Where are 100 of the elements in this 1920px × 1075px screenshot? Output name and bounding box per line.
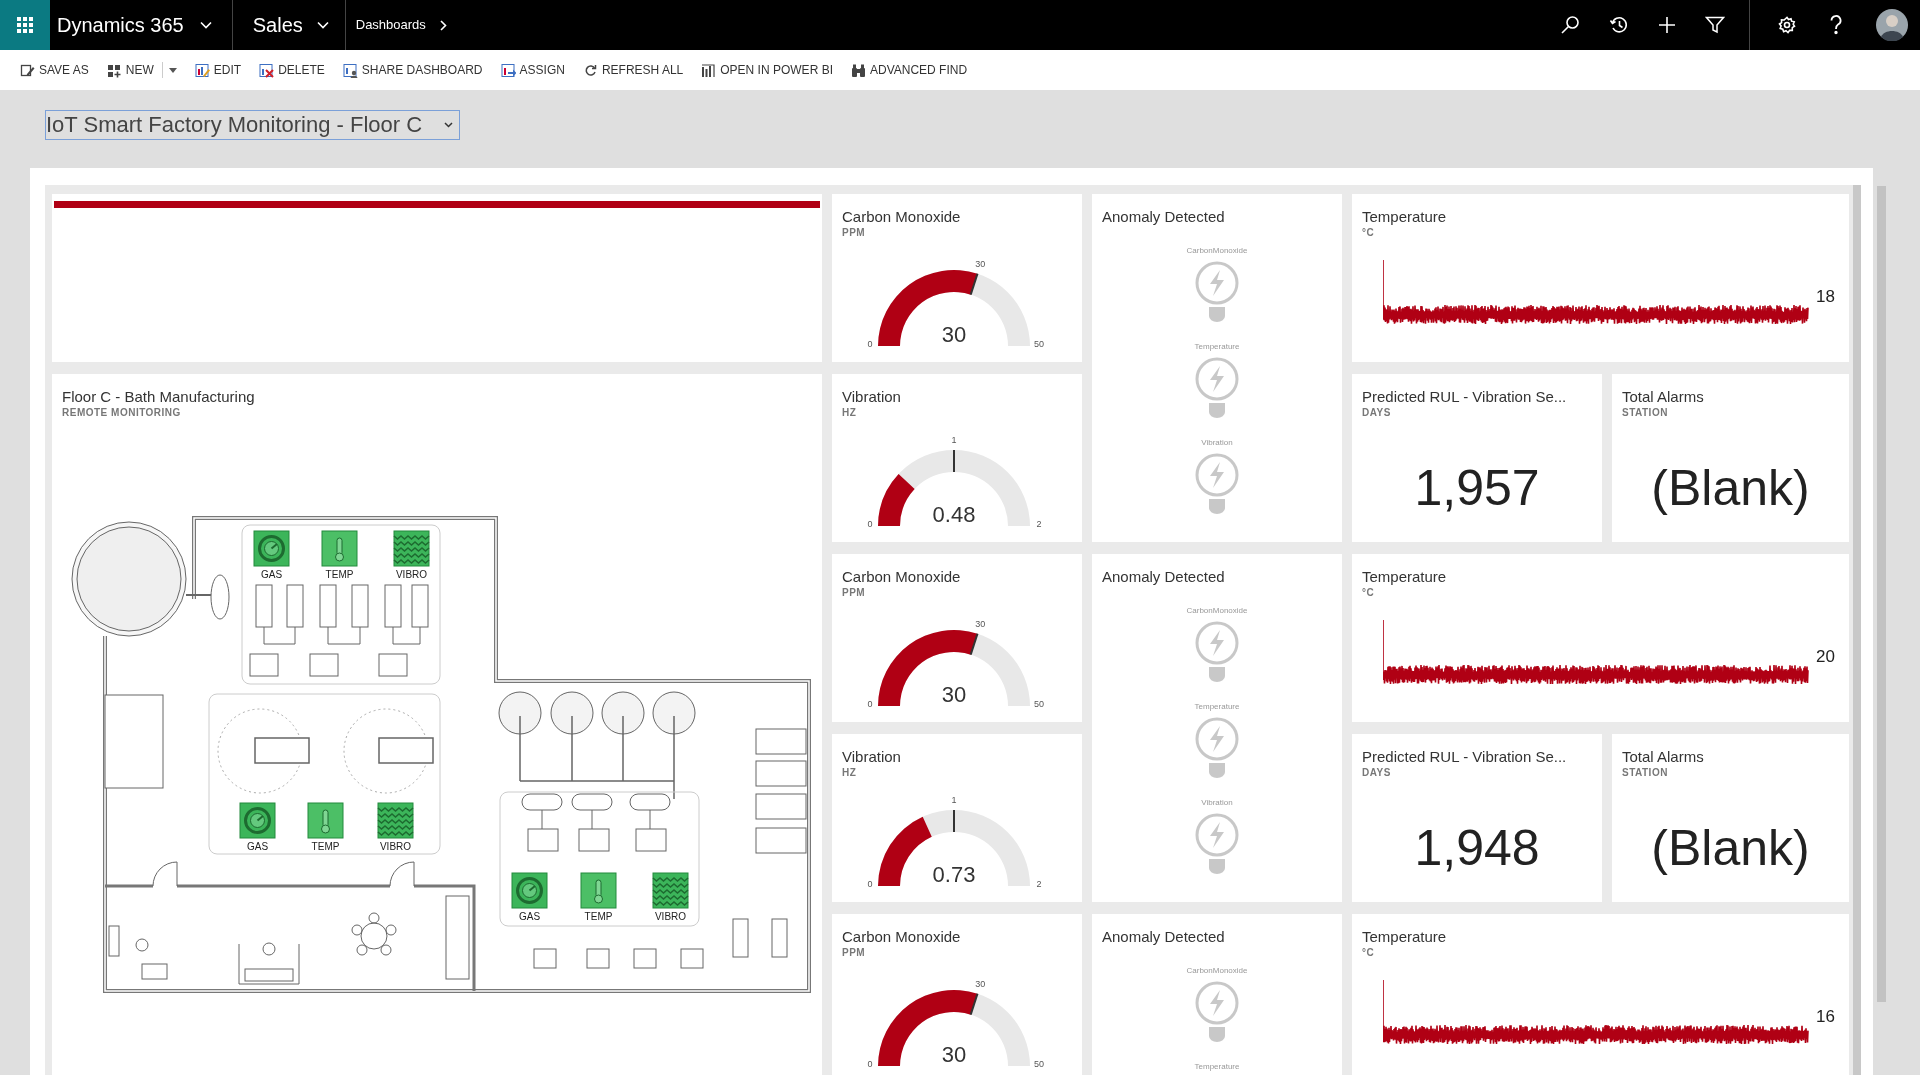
toolbar-button[interactable]: ADVANCED FIND (850, 61, 968, 79)
toolbar-button[interactable]: DELETE (259, 61, 325, 79)
tile-subtitle: PPM (842, 587, 866, 599)
zigzag-pattern-icon (652, 872, 689, 909)
chevron-down-icon (199, 21, 212, 29)
tile-title: Temperature (1362, 207, 1447, 227)
sensor-label: CarbonMonoxide (1186, 245, 1248, 257)
breadcrumb-link[interactable]: Dashboards (345, 0, 447, 50)
lightning-bulb-icon (1195, 813, 1239, 877)
binoculars-icon (850, 62, 866, 78)
sensor-label: Vibration (1201, 437, 1233, 449)
tile-subtitle: PPM (842, 227, 866, 239)
zigzag-pattern-icon (377, 802, 414, 839)
gauge-min-label: 0 (867, 879, 873, 889)
tile-title: Anomaly Detected (1102, 927, 1225, 947)
toolbar-button[interactable]: OPEN IN POWER BI (701, 61, 833, 79)
gauge-icon (511, 872, 548, 909)
chevron-down-icon (316, 21, 329, 29)
sensor-label: VIBRO (654, 911, 687, 922)
gauge-min-label: 0 (867, 699, 873, 709)
gauge-target-label: 30 (975, 259, 986, 270)
app-launcher-button[interactable] (0, 0, 50, 50)
search-icon[interactable] (1560, 15, 1580, 35)
tile-title: Vibration (842, 747, 901, 767)
lightning-bulb-icon (1195, 981, 1239, 1045)
lightning-bulb-icon (1195, 357, 1239, 421)
kpi-value: 1,957 (1414, 459, 1540, 518)
tile-title: Anomaly Detected (1102, 207, 1225, 227)
lightning-bulb-icon (1195, 453, 1239, 517)
sensor-label: Vibration (1201, 797, 1233, 809)
temperature-value: 16 (1816, 1007, 1835, 1027)
tile-subtitle: °C (1362, 587, 1375, 599)
scrollbar[interactable] (1877, 186, 1886, 1002)
gauge-max-label: 50 (1034, 339, 1044, 349)
dashboard-selector[interactable]: IoT Smart Factory Monitoring - Floor C (45, 110, 460, 140)
tile-subtitle: °C (1362, 227, 1375, 239)
tile-subtitle: DAYS (1362, 767, 1391, 779)
gauge-max-label: 50 (1034, 1059, 1044, 1069)
gauge-value: 30 (941, 322, 967, 347)
tile-subtitle: PPM (842, 947, 866, 959)
tile-title: Anomaly Detected (1102, 567, 1225, 587)
toolbar-button[interactable]: SAVE AS (20, 61, 89, 79)
gauge-target-label: 1 (951, 435, 957, 445)
sensor-label: Temperature (1194, 1061, 1240, 1073)
gauge-max-label: 2 (1036, 519, 1042, 529)
gauge-icon (239, 802, 276, 839)
gauge-min-label: 0 (867, 339, 873, 349)
sensor-label: CarbonMonoxide (1186, 605, 1248, 617)
sensor-label: GAS (246, 841, 269, 852)
chevron-right-icon (439, 19, 447, 31)
gauge-target-label: 30 (975, 619, 986, 630)
tile-subtitle: DAYS (1362, 407, 1391, 419)
page-pencil-icon (20, 62, 35, 78)
gauge-icon (253, 530, 290, 567)
help-icon[interactable] (1830, 15, 1842, 35)
sensor-label: TEMP (584, 911, 613, 922)
gauge-value: 30 (941, 1042, 967, 1067)
kpi-value: (Blank) (1651, 819, 1810, 878)
avatar-icon[interactable] (1876, 9, 1908, 41)
sensor-label: GAS (260, 569, 283, 580)
gauge-min-label: 0 (867, 519, 873, 529)
toolbar-button[interactable]: REFRESH ALL (582, 61, 684, 79)
target-marker (953, 449, 955, 473)
target-marker (969, 272, 979, 296)
sensor-label: CarbonMonoxide (1186, 965, 1248, 977)
tile-subtitle: STATION (1622, 407, 1668, 419)
sensor-label: VIBRO (379, 841, 412, 852)
tile-title: Floor C - Bath Manufacturing (62, 387, 255, 407)
toolbar-button[interactable]: ASSIGN (500, 61, 565, 79)
tile-title: Predicted RUL - Vibration Se... (1362, 387, 1567, 407)
caret-icon (168, 67, 177, 73)
chart-delete-icon (259, 62, 275, 78)
gauge-max-label: 2 (1036, 879, 1042, 889)
toolbar-button[interactable]: EDIT (194, 61, 242, 79)
scrollbar[interactable] (1853, 185, 1861, 1075)
tile-subtitle: STATION (1622, 767, 1668, 779)
target-marker (969, 992, 979, 1016)
thermometer-icon (321, 530, 358, 567)
toolbar-button[interactable]: SHARE DASHBOARD (342, 61, 483, 79)
waffle-icon (17, 17, 33, 33)
thermometer-icon (307, 802, 344, 839)
temperature-value: 20 (1816, 647, 1835, 667)
chevron-down-icon (444, 122, 453, 128)
history-icon[interactable] (1609, 15, 1629, 35)
sensor-label: VIBRO (395, 569, 428, 580)
plus-icon[interactable] (1658, 16, 1676, 34)
filter-icon[interactable] (1705, 15, 1725, 35)
tile-title: Carbon Monoxide (842, 927, 961, 947)
lightning-bulb-icon (1195, 717, 1239, 781)
gauge-value: 30 (941, 682, 967, 707)
tile-title: Vibration (842, 387, 901, 407)
gauge-value: 0.48 (932, 502, 976, 527)
settings-icon[interactable] (1778, 16, 1796, 34)
chart-people-icon (342, 62, 358, 78)
sensor-label: Temperature (1194, 341, 1240, 353)
dropdown-button[interactable] (168, 67, 177, 73)
grid-plus-icon (106, 62, 122, 78)
tile-subtitle: HZ (842, 407, 857, 419)
toolbar-button[interactable]: NEW (106, 61, 154, 79)
tile-title: Temperature (1362, 567, 1447, 587)
